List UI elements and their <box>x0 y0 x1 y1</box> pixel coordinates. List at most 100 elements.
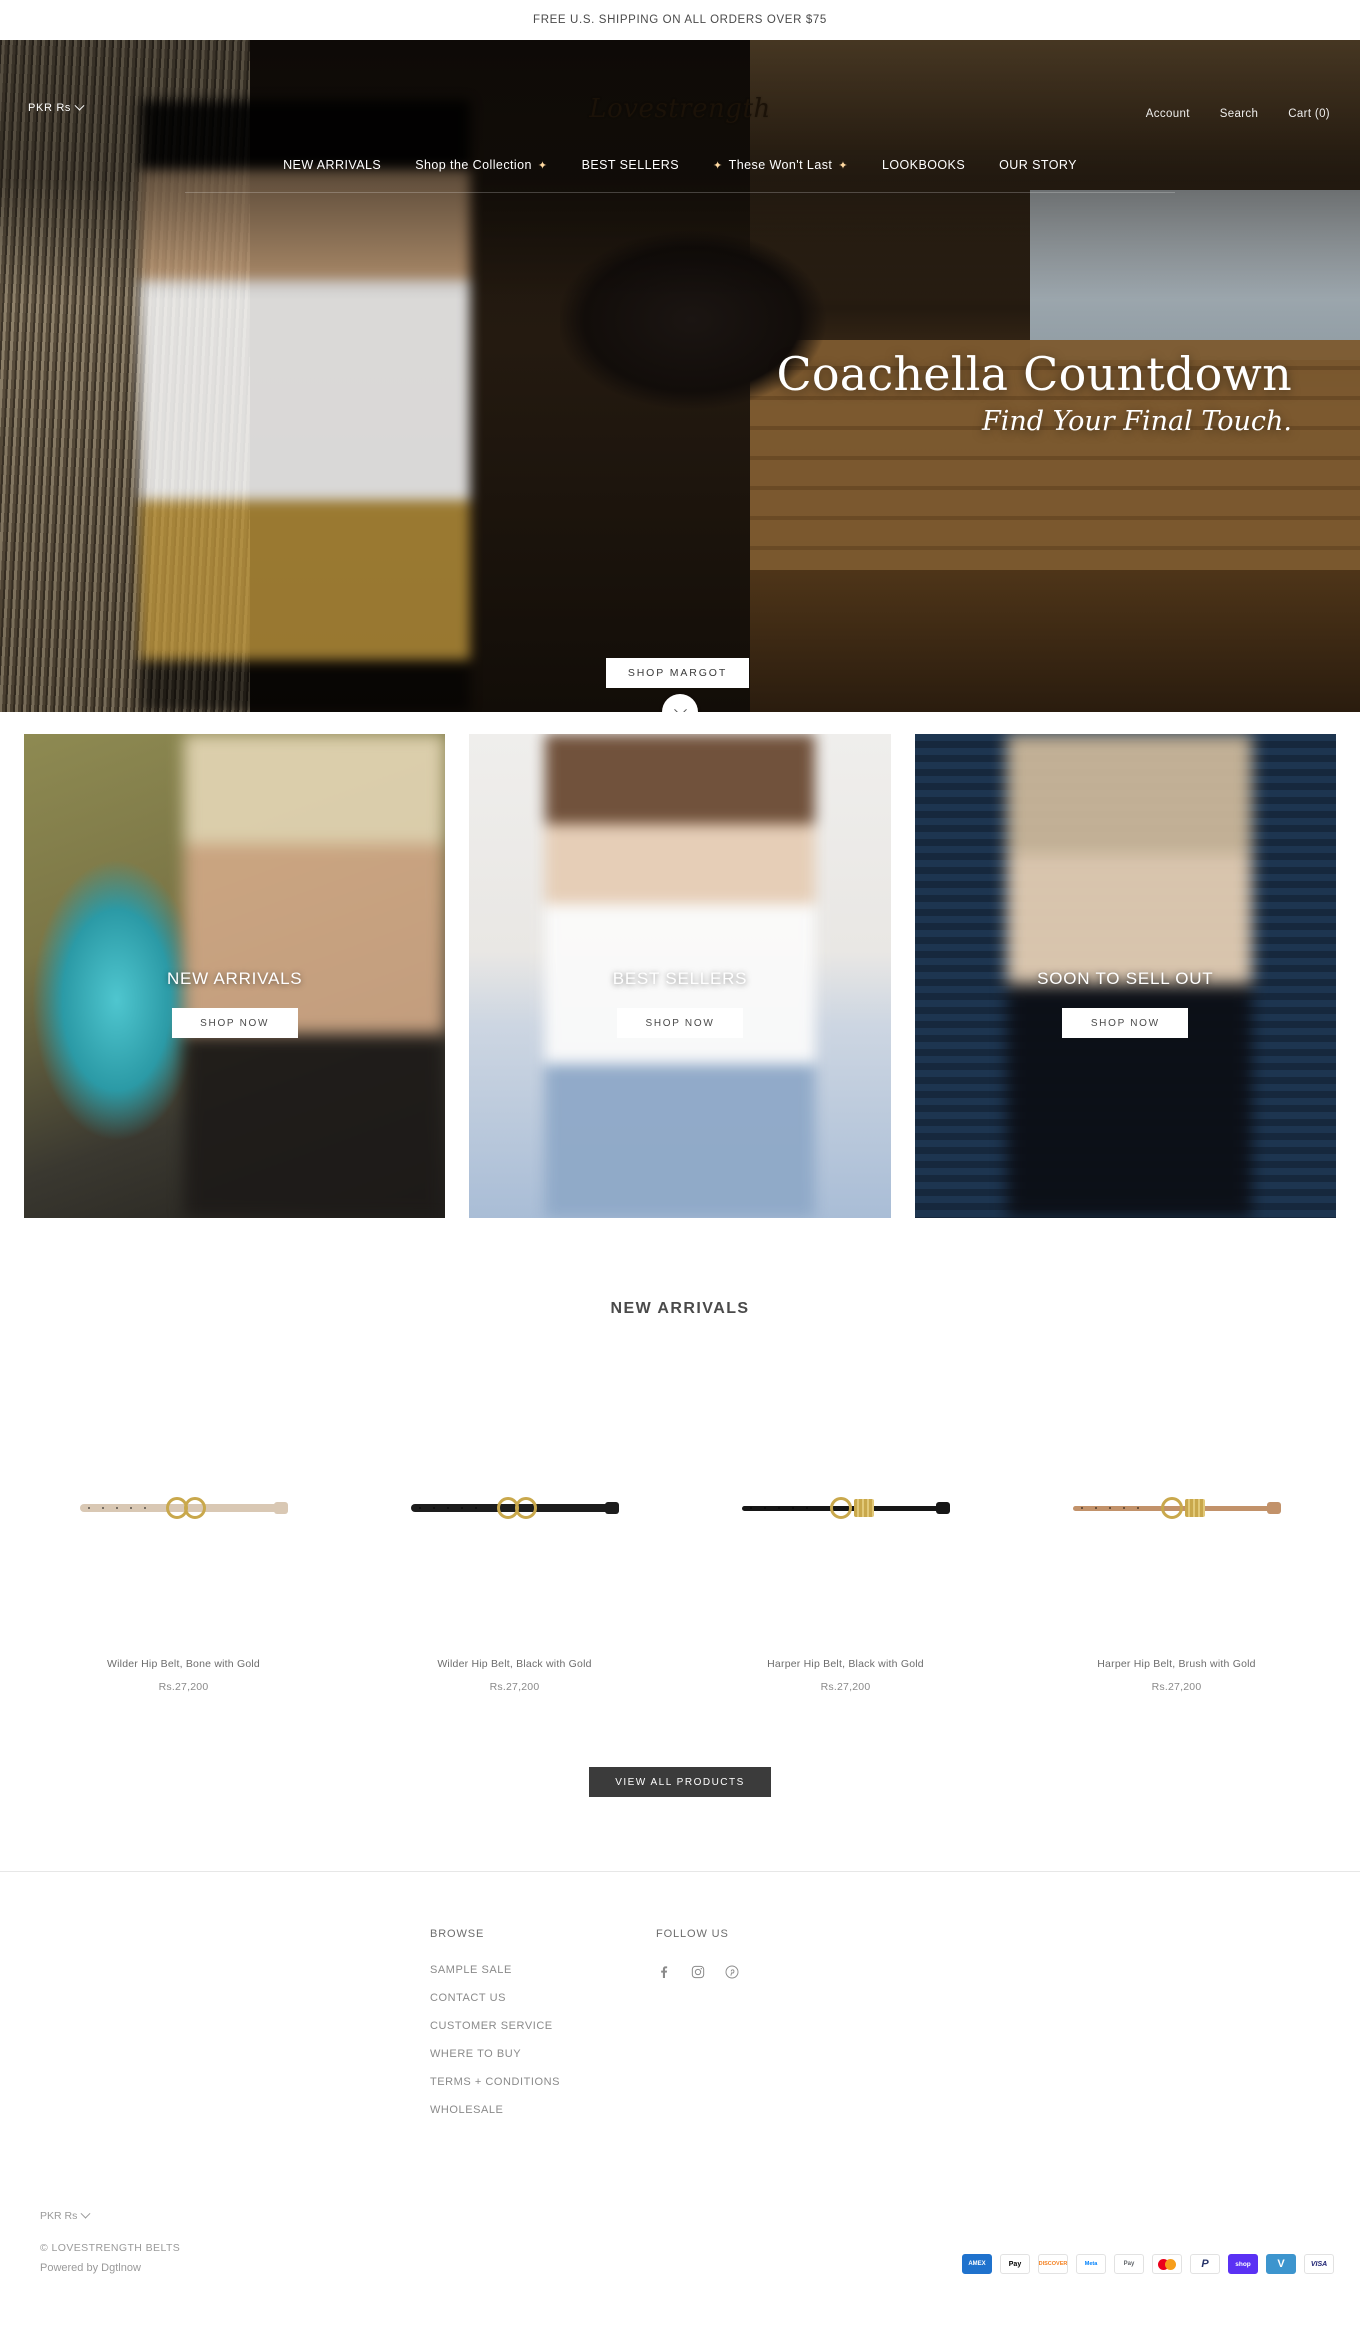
footer-link-contact-us[interactable]: CONTACT US <box>430 1992 560 2004</box>
chevron-down-icon <box>673 702 687 712</box>
payment-label: Meta <box>1084 2261 1098 2267</box>
view-all-wrapper: VIEW ALL PRODUCTS <box>0 1767 1360 1797</box>
social-links <box>656 1964 740 1980</box>
product-card[interactable]: Wilder Hip Belt, Black with Gold Rs.27,20… <box>349 1358 680 1693</box>
payment-icon-visa: VISA <box>1304 2254 1334 2274</box>
belt-tip <box>935 1502 950 1514</box>
payment-label: Pay <box>1123 2261 1135 2267</box>
shop-now-button[interactable]: SHOP NOW <box>616 1008 743 1038</box>
product-name: Wilder Hip Belt, Black with Gold <box>437 1658 592 1670</box>
belt-buckle <box>1160 1497 1183 1519</box>
product-price: Rs.27,200 <box>489 1681 540 1693</box>
product-name: Harper Hip Belt, Black with Gold <box>767 1658 924 1670</box>
view-all-products-button[interactable]: VIEW ALL PRODUCTS <box>589 1767 771 1797</box>
product-image <box>1011 1358 1342 1658</box>
nav-item-label: NEW ARRIVALS <box>283 158 382 172</box>
footer-link-terms-conditions[interactable]: TERMS + CONDITIONS <box>430 2076 560 2088</box>
shop-now-button[interactable]: SHOP NOW <box>1062 1008 1189 1038</box>
account-link[interactable]: Account <box>1146 108 1190 120</box>
product-card[interactable]: Harper Hip Belt, Brush with Gold Rs.27,20… <box>1011 1358 1342 1693</box>
footer-browse-column: BROWSE SAMPLE SALE CONTACT US CUSTOMER SER… <box>430 1928 560 2132</box>
nav-item-our-story[interactable]: OUR STORY <box>999 158 1077 172</box>
product-image <box>349 1358 680 1658</box>
belt-holes <box>1080 1507 1151 1509</box>
footer-bottom-bar: PKR Rs © LOVESTRENGTH BELTS Powered by D… <box>0 2132 1360 2300</box>
nav-item-label: OUR STORY <box>999 158 1077 172</box>
payment-icon-discover: DISCOVER <box>1038 2254 1068 2274</box>
nav-divider <box>185 192 1175 193</box>
belt-tip <box>1266 1502 1281 1514</box>
footer-link-wholesale[interactable]: WHOLESALE <box>430 2104 560 2116</box>
product-card[interactable]: Harper Hip Belt, Black with Gold Rs.27,20… <box>680 1358 1011 1693</box>
nav-item-label: LOOKBOOKS <box>881 158 966 172</box>
payment-icon-mastercard <box>1152 2254 1182 2274</box>
footer-browse-title: BROWSE <box>430 1928 485 1940</box>
payment-label: VISA <box>1310 2260 1328 2268</box>
payment-label: V <box>1277 2258 1285 2270</box>
hero-title: Coachella Countdown <box>776 347 1292 401</box>
nav-item-label: Shop the Collection <box>415 158 532 172</box>
instagram-icon[interactable] <box>690 1964 706 1980</box>
product-name: Wilder Hip Belt, Bone with Gold <box>107 1658 260 1670</box>
footer-link-customer-service[interactable]: CUSTOMER SERVICE <box>430 2020 560 2032</box>
category-tile-label: BEST SELLERS <box>612 969 748 988</box>
footer-follow-column: FOLLOW US <box>656 1928 740 2132</box>
currency-label-footer: PKR Rs <box>40 2210 78 2222</box>
sparkle-icon: ✦ <box>537 159 548 172</box>
copyright-text: © LOVESTRENGTH BELTS <box>40 2242 181 2254</box>
category-tile-soon-to-sell-out[interactable]: SOON TO SELL OUT SHOP NOW <box>914 734 1336 1218</box>
category-tile-new-arrivals[interactable]: NEW ARRIVALS SHOP NOW <box>24 734 446 1218</box>
category-tile-label: SOON TO SELL OUT <box>1037 969 1214 988</box>
shop-margot-button[interactable]: SHOP MARGOT <box>606 658 749 688</box>
nav-item-best-sellers[interactable]: BEST SELLERS <box>582 158 679 172</box>
nav-item-lookbooks[interactable]: LOOKBOOKS <box>882 158 965 172</box>
belt-holes <box>418 1507 489 1509</box>
product-grid: Wilder Hip Belt, Bone with Gold Rs.27,200… <box>0 1358 1360 1693</box>
sparkle-icon: ✦ <box>838 159 848 172</box>
announcement-text: FREE U.S. SHIPPING ON ALL ORDERS OVER $7… <box>533 14 827 26</box>
powered-by-text: Powered by Dgtlnow <box>40 2262 141 2274</box>
hero-copy: Coachella Countdown Find Your Final Touc… <box>776 347 1292 438</box>
payment-icon-american-express: AMEX <box>962 2254 992 2274</box>
footer-link-sample-sale[interactable]: SAMPLE SALE <box>430 1964 560 1976</box>
currency-selector-footer[interactable]: PKR Rs <box>40 2208 962 2222</box>
site-footer: BROWSE SAMPLE SALE CONTACT US CUSTOMER SER… <box>0 1872 1360 2132</box>
payment-label: AMEX <box>968 2261 986 2267</box>
nav-item-shop-the-collection[interactable]: Shop the Collection ✦ <box>415 158 547 172</box>
cart-link[interactable]: Cart (0) <box>1288 108 1330 120</box>
category-tiles: NEW ARRIVALS SHOP NOW BEST SELLERS SHOP NOW… <box>0 712 1360 1218</box>
nav-item-these-won-t-last[interactable]: ✦ These Won't Last ✦ <box>713 158 848 172</box>
sparkle-icon: ✦ <box>713 159 723 172</box>
payment-label: DISCOVER <box>1038 2261 1068 2267</box>
belt-tip <box>604 1502 619 1514</box>
belt-tip <box>273 1502 288 1514</box>
facebook-icon[interactable] <box>656 1964 672 1980</box>
payment-icon-apple-pay: Pay <box>1000 2254 1030 2274</box>
belt-band <box>853 1499 874 1517</box>
pinterest-icon[interactable] <box>724 1964 740 1980</box>
product-price: Rs.27,200 <box>1151 1681 1202 1693</box>
belt-band <box>1184 1499 1205 1517</box>
payment-label: P <box>1201 2258 1209 2270</box>
product-price: Rs.27,200 <box>158 1681 209 1693</box>
hero-subtitle: Find Your Final Touch. <box>982 406 1292 438</box>
belt-buckle <box>183 1497 206 1519</box>
product-card[interactable]: Wilder Hip Belt, Bone with Gold Rs.27,200 <box>18 1358 349 1693</box>
payment-icon-venmo: V <box>1266 2254 1296 2274</box>
belt-buckle <box>829 1497 852 1519</box>
product-name: Harper Hip Belt, Brush with Gold <box>1097 1658 1256 1670</box>
category-tile-best-sellers[interactable]: BEST SELLERS SHOP NOW <box>469 734 891 1218</box>
payment-label: shop <box>1235 2260 1251 2268</box>
shop-now-button[interactable]: SHOP NOW <box>171 1008 298 1038</box>
product-image <box>680 1358 1011 1658</box>
payment-icon-paypal: P <box>1190 2254 1220 2274</box>
nav-item-new-arrivals[interactable]: NEW ARRIVALS <box>283 158 381 172</box>
footer-link-where-to-buy[interactable]: WHERE TO BUY <box>430 2048 560 2060</box>
header-utility-links: Account Search Cart (0) <box>1146 108 1330 120</box>
footer-follow-title: FOLLOW US <box>656 1928 729 1940</box>
search-link[interactable]: Search <box>1220 108 1259 120</box>
belt-holes <box>87 1507 158 1509</box>
footer-bottom-left: PKR Rs © LOVESTRENGTH BELTS Powered by D… <box>40 2208 962 2274</box>
payment-methods: AMEX Pay DISCOVER Meta Pay Pshop V VISA <box>962 2254 1334 2274</box>
payment-icon-shop-pay: shop <box>1228 2254 1258 2274</box>
